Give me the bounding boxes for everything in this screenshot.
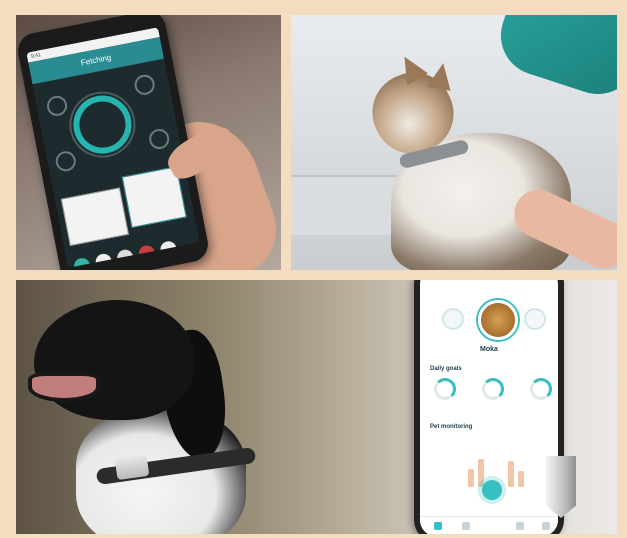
chart-bar: [518, 471, 524, 487]
next-pet-avatar[interactable]: [524, 308, 546, 330]
location-icon: [54, 149, 78, 173]
vet-sleeve: [490, 15, 617, 105]
health-icon: [132, 73, 157, 97]
gps-tracker-device: [546, 456, 576, 518]
goal-ring-play[interactable]: [530, 378, 552, 400]
dog-head: [34, 300, 194, 420]
bottom-tab-bar: [420, 516, 558, 534]
chart-bar: [478, 459, 484, 487]
pet-monitoring-heading: Pet monitoring: [430, 424, 473, 430]
map-tab-icon[interactable]: [462, 522, 470, 530]
phone-screen: 9:41 Fetching: [26, 27, 200, 268]
pet-name: Moka: [480, 346, 498, 353]
photo-cat-with-tracker: [291, 15, 617, 270]
settings-icon: [147, 127, 171, 151]
color-swatch-light: [159, 239, 178, 259]
color-swatch-grey: [115, 248, 135, 268]
add-button[interactable]: [482, 480, 502, 500]
dog-mouth: [28, 372, 100, 402]
activity-ring: [68, 90, 137, 159]
info-card-left: [60, 187, 129, 247]
color-swatch-red: [137, 244, 157, 263]
gps-tracker-tag: [114, 453, 150, 481]
color-swatch-teal: [72, 256, 92, 268]
smartphone-app: Moka Daily goals Pet monitoring: [414, 280, 564, 534]
cat-ear: [426, 61, 456, 91]
chart-bar: [468, 469, 474, 487]
prev-pet-avatar[interactable]: [442, 308, 464, 330]
goal-ring-walk[interactable]: [434, 378, 456, 400]
health-tab-icon[interactable]: [516, 522, 524, 530]
profile-tab-icon[interactable]: [542, 522, 550, 530]
chart-bar: [508, 461, 514, 487]
color-swatch-white: [94, 252, 114, 268]
activity-icon: [45, 94, 69, 118]
app-screen: Moka Daily goals Pet monitoring: [420, 280, 558, 534]
pet-avatar[interactable]: [478, 300, 518, 340]
photo-phone-in-hand: 9:41 Fetching: [16, 15, 281, 270]
daily-goals-heading: Daily goals: [430, 366, 462, 372]
home-tab-icon[interactable]: [434, 522, 442, 530]
photo-dog-with-app: Moka Daily goals Pet monitoring: [16, 280, 617, 534]
goal-ring-sleep[interactable]: [482, 378, 504, 400]
